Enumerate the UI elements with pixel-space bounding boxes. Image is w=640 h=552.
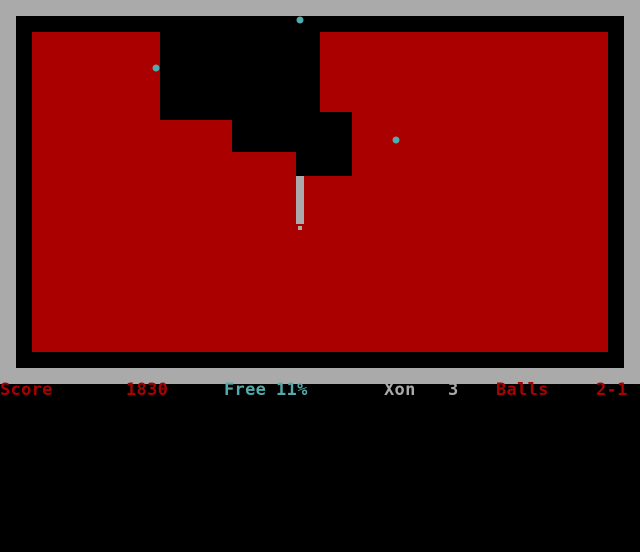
player-cursor bbox=[298, 226, 302, 230]
balls-value: 2-1 bbox=[596, 380, 628, 400]
status-bar: Score 1830 Free 11% Xon 3 Balls 2-1 bbox=[0, 381, 640, 400]
free-value: 11% bbox=[276, 380, 308, 400]
xon-value: 3 bbox=[448, 380, 459, 400]
score-value: 1830 bbox=[126, 380, 169, 400]
score-label: Score bbox=[0, 380, 53, 400]
free-label: Free bbox=[224, 380, 267, 400]
playfield bbox=[0, 0, 640, 384]
ball-claimed bbox=[152, 64, 160, 72]
ball-border bbox=[296, 16, 304, 24]
cursor-trail bbox=[296, 176, 304, 224]
ball-field bbox=[392, 136, 400, 144]
xon-label: Xon bbox=[384, 380, 416, 400]
balls-label: Balls bbox=[496, 380, 549, 400]
